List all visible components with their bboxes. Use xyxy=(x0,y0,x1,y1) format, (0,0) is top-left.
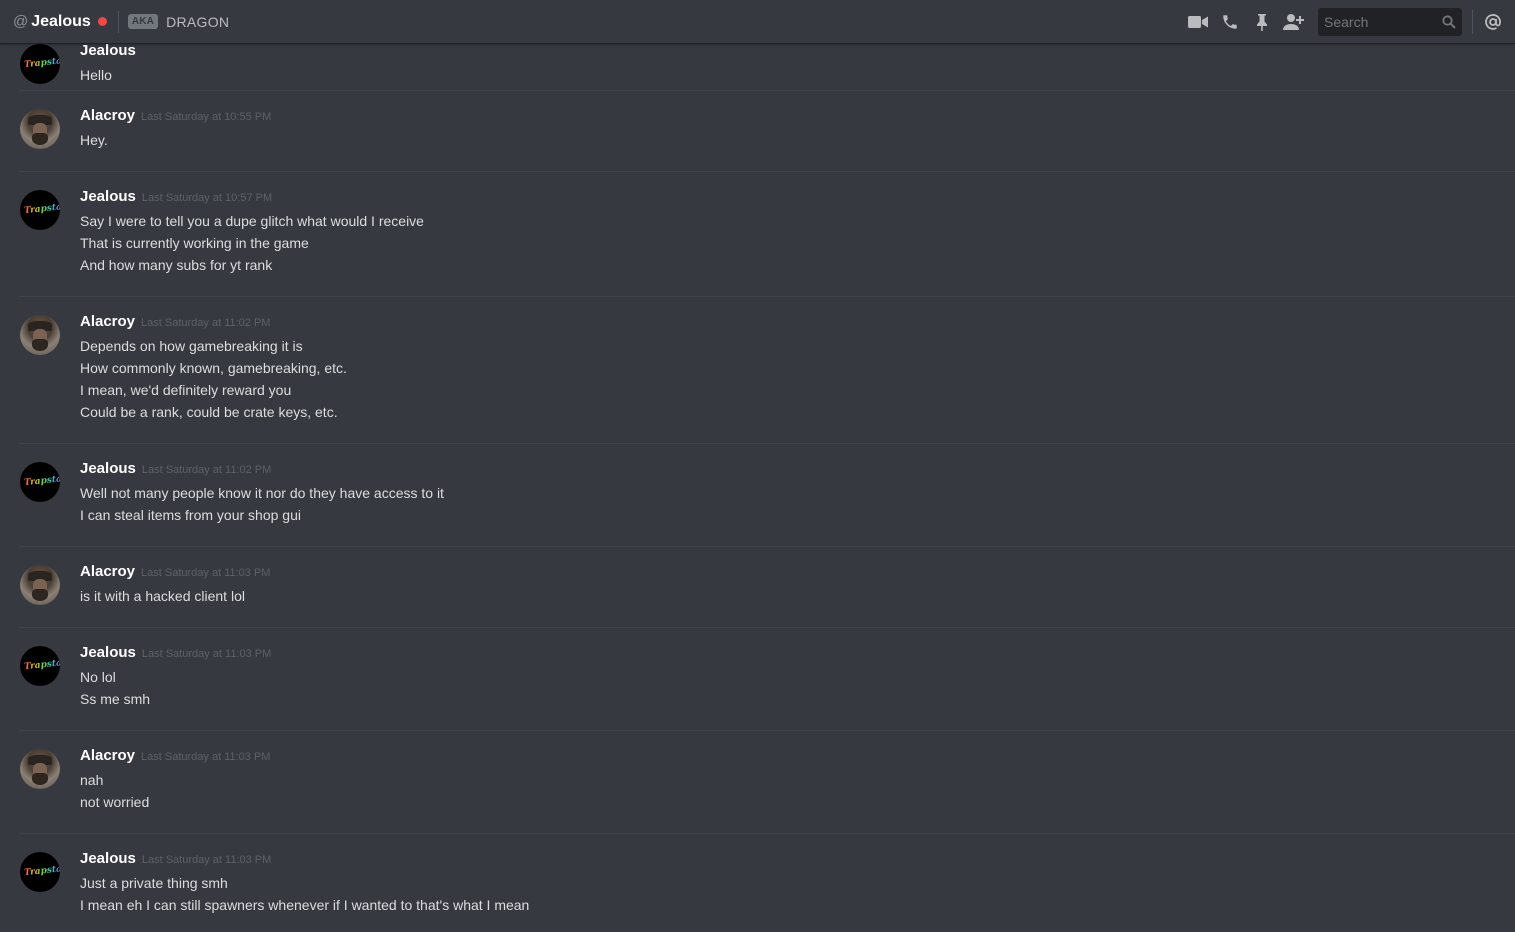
aka-nickname: DRAGON xyxy=(166,13,230,30)
avatar-logo-text: Trapstar xyxy=(24,658,60,672)
message-header: Jealous xyxy=(80,42,1495,64)
message-group: Trapstar Jealous Last Saturday at 11:02 PM… xyxy=(19,443,1515,523)
message-header: Alacroy Last Saturday at 11:02 PM xyxy=(80,313,1495,335)
message-group: Alacroy Last Saturday at 11:03 PM is it wi… xyxy=(19,546,1515,605)
pin-icon[interactable] xyxy=(1250,10,1274,34)
message-text: Hello xyxy=(80,67,112,83)
message-header: Jealous Last Saturday at 11:03 PM xyxy=(80,850,1495,872)
timestamp: Last Saturday at 10:57 PM xyxy=(141,192,273,204)
avatar[interactable] xyxy=(20,565,60,605)
message-text: Hey. xyxy=(80,132,108,148)
timestamp: Last Saturday at 11:03 PM xyxy=(141,648,272,660)
message-text: I can steal items from your shop gui xyxy=(80,507,301,523)
username[interactable]: Jealous xyxy=(80,188,136,205)
message-header: Jealous Last Saturday at 10:57 PM xyxy=(80,188,1495,210)
message-text: No lol xyxy=(80,669,116,685)
username[interactable]: Jealous xyxy=(80,42,136,59)
avatar-logo-text: Trapstar xyxy=(24,474,60,488)
avatar[interactable] xyxy=(20,749,60,789)
message-group: Trapstar Jealous Last Saturday at 11:03 PM… xyxy=(19,627,1515,707)
message-header: Jealous Last Saturday at 11:02 PM xyxy=(80,460,1495,482)
search-bar[interactable] xyxy=(1318,8,1462,36)
channel-header: @ Jealous AKA DRAGON xyxy=(0,0,1515,44)
search-input[interactable] xyxy=(1324,14,1442,30)
message-text: Just a private thing smh xyxy=(80,875,228,891)
message-text: I mean eh I can still spawners whenever … xyxy=(80,897,530,913)
message-text: is it with a hacked client lol xyxy=(80,588,245,604)
username[interactable]: Alacroy xyxy=(80,313,135,330)
search-icon[interactable] xyxy=(1442,15,1456,29)
message-text: That is currently working in the game xyxy=(80,235,309,251)
message-content: Alacroy Last Saturday at 10:55 PM Hey. xyxy=(80,107,1495,151)
video-call-icon[interactable] xyxy=(1186,10,1210,34)
dm-window: Trapstar Jealous Hello Alacroy Last Saturday… xyxy=(0,0,1515,932)
message-content: Jealous Last Saturday at 11:03 PM Just a p… xyxy=(80,850,1495,916)
message-content: Jealous Last Saturday at 11:02 PM Well not… xyxy=(80,460,1495,526)
message-text: Could be a rank, could be crate keys, et… xyxy=(80,404,338,420)
avatar[interactable] xyxy=(20,315,60,355)
message-content: Alacroy Last Saturday at 11:03 PM is it wi… xyxy=(80,563,1495,607)
avatar-logo-text: Trapstar xyxy=(24,864,60,878)
username[interactable]: Alacroy xyxy=(80,107,135,124)
avatar[interactable]: Trapstar xyxy=(20,44,60,84)
username[interactable]: Jealous xyxy=(80,850,136,867)
at-symbol: @ xyxy=(13,13,29,30)
message-text: not worried xyxy=(80,794,150,810)
avatar[interactable]: Trapstar xyxy=(20,190,60,230)
message-group: Alacroy Last Saturday at 11:03 PM nah not w… xyxy=(19,730,1515,810)
avatar-beard xyxy=(32,339,48,351)
toolbar-divider xyxy=(1472,10,1473,34)
username[interactable]: Alacroy xyxy=(80,747,135,764)
message-text: And how many subs for yt rank xyxy=(80,257,273,273)
timestamp: Last Saturday at 11:03 PM xyxy=(141,854,272,866)
message-text: nah xyxy=(80,772,104,788)
dm-recipient-name[interactable]: Jealous xyxy=(31,13,91,31)
message-content: Jealous Last Saturday at 10:57 PM Say I we… xyxy=(80,188,1495,276)
message-text: I mean, we'd definitely reward you xyxy=(80,382,292,398)
message-content: Jealous Hello xyxy=(80,42,1495,86)
aka-badge: AKA xyxy=(127,14,159,29)
header-divider xyxy=(117,10,119,33)
message-text: Well not many people know it nor do they… xyxy=(80,485,444,501)
message-content: Alacroy Last Saturday at 11:03 PM nah not w… xyxy=(80,747,1495,813)
message-text: Say I were to tell you a dupe glitch wha… xyxy=(80,213,424,229)
avatar-logo-text: Trapstar xyxy=(24,56,60,70)
timestamp: Last Saturday at 10:55 PM xyxy=(141,111,272,123)
username[interactable]: Jealous xyxy=(80,644,136,661)
message-text: How commonly known, gamebreaking, etc. xyxy=(80,360,347,376)
message-text: Ss me smh xyxy=(80,691,151,707)
message-list[interactable]: Trapstar Jealous Hello Alacroy Last Saturday… xyxy=(0,0,1515,932)
message-header: Alacroy Last Saturday at 11:03 PM xyxy=(80,747,1495,769)
status-indicator xyxy=(97,17,107,26)
message-text: Depends on how gamebreaking it is xyxy=(80,338,303,354)
timestamp: Last Saturday at 11:03 PM xyxy=(141,567,271,579)
avatar-beard xyxy=(32,589,48,601)
header-toolbar xyxy=(1178,0,1515,44)
message-header: Alacroy Last Saturday at 11:03 PM xyxy=(80,563,1495,585)
timestamp: Last Saturday at 11:02 PM xyxy=(141,464,272,476)
avatar-logo-text: Trapstar xyxy=(24,202,60,216)
avatar[interactable] xyxy=(20,109,60,149)
avatar-beard xyxy=(32,773,48,785)
message-group: Alacroy Last Saturday at 11:02 PM Depends … xyxy=(19,296,1515,420)
timestamp: Last Saturday at 11:03 PM xyxy=(141,751,271,763)
username[interactable]: Jealous xyxy=(80,460,136,477)
add-friend-icon[interactable] xyxy=(1282,10,1306,34)
message-header: Jealous Last Saturday at 11:03 PM xyxy=(80,644,1495,666)
message-group: Trapstar Jealous Last Saturday at 10:57 PM… xyxy=(19,171,1515,273)
mention-icon[interactable] xyxy=(1481,10,1505,34)
avatar[interactable]: Trapstar xyxy=(20,852,60,892)
message-content: Jealous Last Saturday at 11:03 PM No lol Ss… xyxy=(80,644,1495,710)
message-group: Trapstar Jealous Last Saturday at 11:03 PM… xyxy=(19,833,1515,913)
message-content: Alacroy Last Saturday at 11:02 PM Depends … xyxy=(80,313,1495,423)
voice-call-icon[interactable] xyxy=(1218,10,1242,34)
timestamp: Last Saturday at 11:02 PM xyxy=(141,317,271,329)
avatar-beard xyxy=(32,133,48,145)
message-header: Alacroy Last Saturday at 10:55 PM xyxy=(80,107,1495,129)
avatar[interactable]: Trapstar xyxy=(20,646,60,686)
message-group: Alacroy Last Saturday at 10:55 PM Hey. xyxy=(19,90,1515,149)
username[interactable]: Alacroy xyxy=(80,563,135,580)
avatar[interactable]: Trapstar xyxy=(20,462,60,502)
